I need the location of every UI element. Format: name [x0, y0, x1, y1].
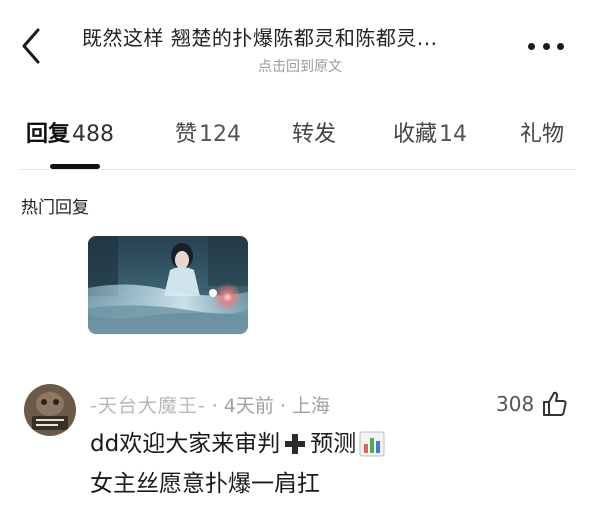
scene-image — [88, 236, 248, 334]
comment-location: 上海 — [291, 395, 330, 417]
tab-count: 124 — [199, 122, 242, 147]
separator: · — [279, 395, 286, 417]
divider — [20, 169, 576, 170]
avatar-image — [24, 384, 76, 436]
section-title: 热门回复 — [21, 198, 89, 218]
like-count: 308 — [496, 392, 535, 416]
more-dot-icon — [557, 42, 564, 50]
thumbs-up-icon — [543, 391, 567, 416]
tab-label: 礼物 — [520, 122, 565, 147]
comment-time: 4天前 — [223, 395, 274, 417]
tab-bar: 回复488 赞124 转发 收藏14 礼物 — [0, 116, 600, 156]
comment-line: dd欢迎大家来审判 预测 — [90, 424, 570, 464]
more-button[interactable] — [528, 39, 564, 53]
more-dot-icon — [528, 42, 535, 50]
tab-label: 回复 — [26, 122, 71, 147]
comment-line: 女主丝愿意扑爆一肩扛 — [90, 464, 570, 504]
tab-label: 赞 — [175, 122, 198, 147]
comment-body: dd欢迎大家来审判 预测 女主丝愿意扑爆一肩扛 — [90, 424, 570, 504]
like-button[interactable]: 308 — [496, 388, 568, 420]
bar-chart-emoji-icon — [359, 431, 385, 457]
page-title: 既然这样 翘楚的扑爆陈都灵和陈都灵... — [82, 26, 438, 50]
plus-emoji-icon — [285, 434, 306, 454]
separator: · — [211, 395, 218, 417]
post-image-thumbnail[interactable] — [88, 236, 248, 334]
back-to-original-link[interactable]: 点击回到原文 — [0, 56, 600, 76]
tab-label: 转发 — [292, 122, 337, 147]
comment-meta: -天台大魔王- · 4天前 · 上海 — [90, 391, 330, 418]
comment-text-part: dd欢迎大家来审判 — [90, 431, 281, 457]
tab-replies[interactable]: 回复488 — [26, 116, 114, 148]
comment-text-part: 预测 — [310, 431, 357, 457]
tab-likes[interactable]: 赞124 — [175, 116, 241, 148]
comment-text-part: 女主丝愿意扑爆一肩扛 — [90, 471, 320, 497]
tab-favorites[interactable]: 收藏14 — [393, 116, 467, 148]
tab-count: 14 — [439, 122, 468, 147]
more-dot-icon — [542, 42, 550, 50]
avatar[interactable] — [24, 384, 76, 436]
tab-count: 488 — [72, 122, 115, 147]
tab-label: 收藏 — [393, 122, 438, 147]
tab-reposts[interactable]: 转发 — [292, 116, 336, 148]
tab-gifts[interactable]: 礼物 — [520, 116, 564, 148]
username[interactable]: -天台大魔王- — [90, 395, 206, 417]
